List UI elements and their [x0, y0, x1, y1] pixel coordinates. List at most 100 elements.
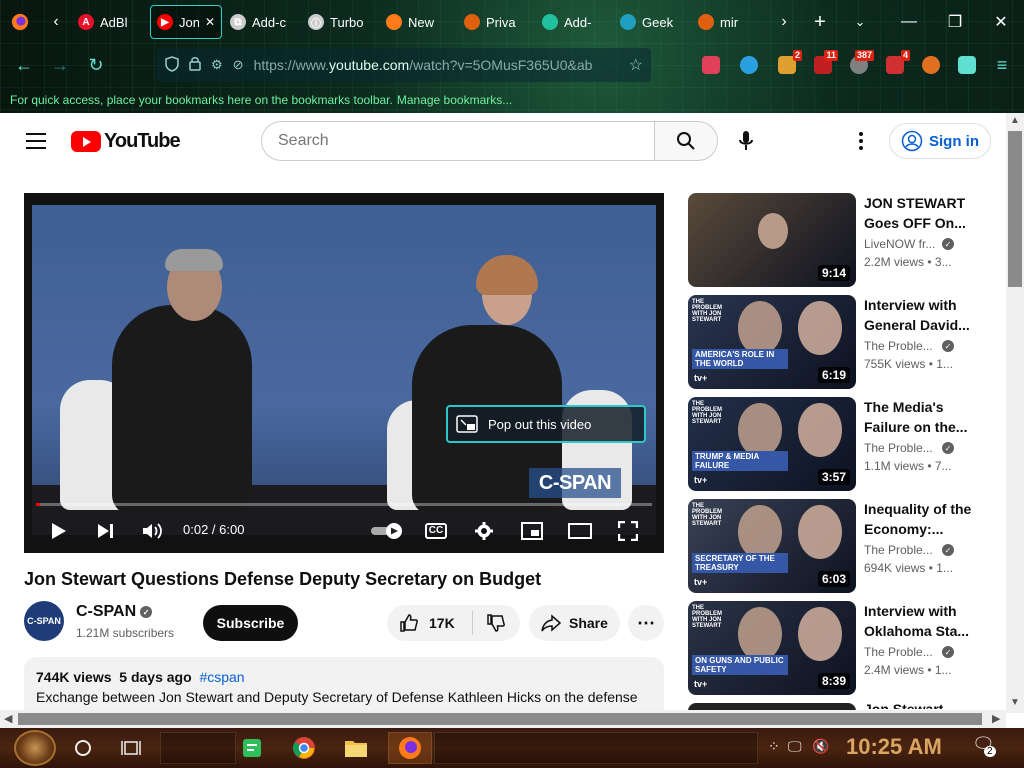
sticky-notes-icon[interactable]	[238, 734, 266, 762]
volume-muted-icon[interactable]: 🔇	[812, 738, 829, 755]
browser-tab[interactable]: ▶ Jon ✕	[150, 5, 222, 39]
taskbar-clock[interactable]: 10:25 AM	[846, 734, 942, 760]
youtube-logo[interactable]: YouTube	[71, 130, 181, 153]
hamburger-menu-icon[interactable]	[26, 133, 46, 149]
close-tab-icon[interactable]: ✕	[205, 15, 215, 29]
hashtag-link[interactable]: #cspan	[199, 669, 244, 685]
url-text[interactable]: https://www.youtube.com/watch?v=5OMusF36…	[254, 57, 619, 73]
related-title-peek[interactable]: Jon Stewart	[864, 699, 943, 709]
sign-in-button[interactable]: Sign in	[889, 123, 991, 159]
browser-tab[interactable]: New	[380, 5, 456, 39]
scroll-right-arrow-icon[interactable]: ▶	[992, 712, 1000, 725]
related-video-title[interactable]: Interview with General David...	[864, 295, 982, 335]
channel-avatar[interactable]: C-SPAN	[24, 601, 64, 641]
ublock-icon[interactable]: 11	[808, 50, 838, 80]
related-video-item[interactable]: 9:14 JON STEWART Goes OFF On... LiveNOW fr…	[688, 193, 988, 287]
like-button[interactable]: 17K	[387, 611, 473, 635]
reload-button[interactable]: ↻	[78, 47, 114, 83]
shield-icon[interactable]	[165, 55, 179, 75]
settings-kebab-icon[interactable]	[846, 129, 876, 153]
lightning-extension-icon[interactable]: 2	[772, 50, 802, 80]
browser-tab[interactable]: Priva	[458, 5, 534, 39]
related-video-title[interactable]: Inequality of the Economy:...	[864, 499, 982, 539]
forward-button[interactable]: →	[42, 47, 78, 83]
related-video-title[interactable]: JON STEWART Goes OFF On...	[864, 193, 982, 233]
captions-button[interactable]: CC	[420, 515, 452, 547]
circle-extension-icon[interactable]	[734, 50, 764, 80]
url-bar[interactable]: ⚙ ⊘ https://www.youtube.com/watch?v=5OMu…	[157, 48, 651, 82]
tab-scroll-right-icon[interactable]: ›	[768, 0, 800, 44]
minimize-button[interactable]: —	[886, 0, 932, 44]
back-button[interactable]: ←	[6, 47, 42, 83]
autoplay-toggle[interactable]	[370, 515, 406, 547]
scroll-left-arrow-icon[interactable]: ◀	[4, 712, 12, 725]
scroll-up-arrow-icon[interactable]: ▲	[1010, 115, 1020, 126]
related-video-title[interactable]: The Media's Failure on the...	[864, 397, 982, 437]
related-video-item[interactable]: THE PROBLEM WITH JON STEWART AMERICA'S RO…	[688, 295, 988, 389]
related-video-item[interactable]: THE PROBLEM WITH JON STEWART ON GUNS AND …	[688, 601, 988, 695]
settings-button[interactable]	[468, 515, 500, 547]
new-tab-button[interactable]: +	[800, 0, 840, 44]
related-channel[interactable]: The Proble... ✓	[864, 645, 984, 659]
related-thumbnail[interactable]: THE PROBLEM WITH JON STEWART AMERICA'S RO…	[688, 295, 856, 389]
description-box[interactable]: 744K views 5 days ago #cspan Exchange be…	[24, 657, 664, 713]
search-circle-icon[interactable]	[69, 734, 97, 762]
video-player[interactable]: C-SPAN Pop out this video 0:02 / 6:00 CC	[24, 193, 664, 553]
browser-tab[interactable]: Add-	[536, 5, 612, 39]
start-button[interactable]	[14, 730, 56, 766]
task-view-icon[interactable]	[117, 734, 145, 762]
share-button[interactable]: Share	[529, 605, 620, 641]
horizontal-scroll-thumb[interactable]	[18, 713, 982, 725]
close-window-button[interactable]: ✕	[978, 0, 1024, 44]
brave-extension-icon[interactable]	[916, 50, 946, 80]
shield-extension-icon[interactable]: 4	[880, 50, 910, 80]
bookmark-star-icon[interactable]: ☆	[629, 55, 643, 75]
browser-tab[interactable]: Geek	[614, 5, 690, 39]
horizontal-scrollbar[interactable]: ◀ ▶	[0, 710, 1006, 728]
channel-name[interactable]: C-SPAN ✓	[76, 603, 153, 621]
vertical-scrollbar[interactable]: ▲ ▼	[1006, 113, 1024, 713]
vertical-scroll-thumb[interactable]	[1008, 131, 1022, 287]
related-video-item[interactable]: THE PROBLEM WITH JON STEWART SECRETARY OF…	[688, 499, 988, 593]
browser-tab[interactable]: mir	[692, 5, 768, 39]
notifications-button[interactable]: 🗨 2	[972, 734, 996, 757]
search-input[interactable]	[278, 132, 655, 150]
related-channel[interactable]: The Proble... ✓	[864, 441, 984, 455]
firefox-menu-icon[interactable]	[0, 0, 40, 44]
browser-tab[interactable]: ⓘ Turbo	[302, 5, 378, 39]
related-video-title[interactable]: Interview with Oklahoma Sta...	[864, 601, 982, 641]
play-button[interactable]	[43, 515, 75, 547]
theater-mode-button[interactable]	[564, 515, 596, 547]
search-button[interactable]	[654, 121, 718, 161]
scroll-down-arrow-icon[interactable]: ▼	[1010, 697, 1020, 708]
puzzle-icon[interactable]	[952, 50, 982, 80]
volume-button[interactable]	[137, 515, 169, 547]
voice-search-button[interactable]	[726, 121, 766, 161]
lock-icon[interactable]	[189, 56, 201, 74]
miniplayer-button[interactable]	[516, 515, 548, 547]
progress-bar[interactable]	[36, 503, 652, 506]
tab-list-chevron-icon[interactable]: ⌄	[840, 0, 880, 44]
related-channel[interactable]: LiveNOW fr... ✓	[864, 237, 984, 251]
app-menu-icon[interactable]: ≡	[984, 47, 1020, 83]
pop-out-video-button[interactable]: Pop out this video	[446, 405, 646, 443]
file-explorer-icon[interactable]	[342, 734, 370, 762]
more-actions-button[interactable]: ⋯	[628, 605, 664, 641]
permissions-icon[interactable]: ⚙	[211, 57, 223, 73]
maximize-button[interactable]: ❐	[932, 0, 978, 44]
browser-tab[interactable]: A AdBl	[72, 5, 148, 39]
tab-scroll-left-icon[interactable]: ‹	[40, 0, 72, 44]
related-channel[interactable]: The Proble... ✓	[864, 543, 984, 557]
dislike-button[interactable]	[473, 613, 519, 633]
camera-blocked-icon[interactable]: ⊘	[233, 57, 244, 73]
network-icon[interactable]: 🖵	[788, 738, 802, 755]
related-thumbnail[interactable]: THE PROBLEM WITH JON STEWART SECRETARY OF…	[688, 499, 856, 593]
chrome-icon[interactable]	[290, 734, 318, 762]
search-box[interactable]	[261, 121, 655, 161]
tray-expand-icon[interactable]: ⁘	[768, 738, 780, 755]
clock-extension-icon[interactable]: 387	[844, 50, 874, 80]
related-video-item[interactable]: THE PROBLEM WITH JON STEWART TRUMP & MEDI…	[688, 397, 988, 491]
related-thumbnail[interactable]: THE PROBLEM WITH JON STEWART TRUMP & MEDI…	[688, 397, 856, 491]
related-thumbnail[interactable]: 9:14	[688, 193, 856, 287]
browser-tab[interactable]: ⧉ Add-c	[224, 5, 300, 39]
